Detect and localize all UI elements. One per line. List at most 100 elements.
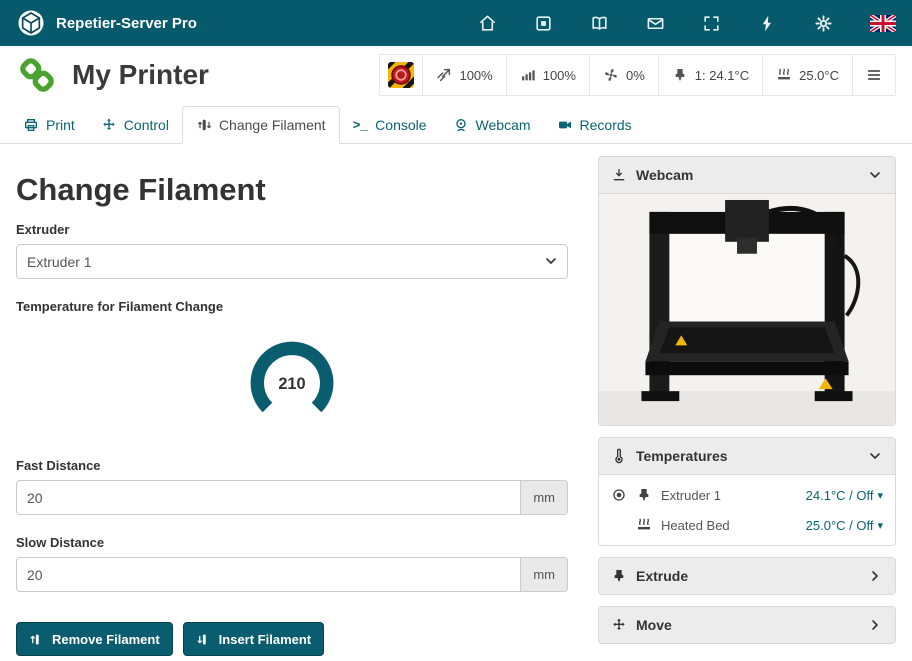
tab-change-filament[interactable]: Change Filament [182,106,340,144]
tab-control[interactable]: Control [88,107,182,143]
brand[interactable]: Repetier-Server Pro [16,8,197,38]
temperature-row-bed: Heated Bed 25.0°C / Off ▾ [599,510,895,540]
bed-temp-dropdown[interactable]: 25.0°C / Off ▾ [806,518,883,533]
bed-temp-stat[interactable]: 25.0°C [762,55,852,95]
move-arrows-icon [611,617,627,633]
extruder-nozzle-icon [611,568,627,584]
settings-gear-icon[interactable] [814,14,833,33]
language-flag-icon[interactable] [870,15,896,32]
temperature-value: 210 [278,375,305,393]
button-label: Remove Filament [52,632,160,647]
power-bolt-icon[interactable] [758,14,777,33]
tab-label: Print [46,117,75,133]
tab-label: Change Filament [219,117,326,133]
extruder-temp-value: 1: 24.1°C [695,68,749,83]
temp-name: Heated Bed [661,518,730,533]
manual-book-icon[interactable] [590,14,609,33]
chevron-down-icon [867,167,883,183]
webcam-image [599,193,895,425]
panel-title: Move [636,617,672,633]
extruder-select[interactable]: Extruder 1 [16,244,568,279]
insert-filament-button[interactable]: Insert Filament [183,622,324,656]
connected-link-icon [16,54,58,96]
chevron-right-icon [867,617,883,633]
panel-title: Webcam [636,167,693,183]
move-panel-header[interactable]: Move [599,607,895,643]
flow-icon [520,67,536,83]
webcam-panel-header[interactable]: Webcam [599,157,895,193]
messages-icon[interactable] [646,14,665,33]
bed-temp-value: 25.0°C [799,68,839,83]
tab-label: Control [124,117,169,133]
tab-console[interactable]: >_ Console [340,107,440,143]
temperature-gauge-row: 210 [16,330,568,436]
emergency-stop-button[interactable] [380,55,422,95]
printers-icon[interactable] [534,14,553,33]
extruder-temp-stat[interactable]: 1: 24.1°C [658,55,762,95]
content: Change Filament Extruder Extruder 1 Temp… [0,144,912,656]
fullscreen-icon[interactable] [702,14,721,33]
sidebar: Webcam [598,156,896,656]
slow-distance-input[interactable] [16,557,520,592]
print-icon [23,117,39,133]
extruder-label: Extruder [16,222,568,237]
fast-distance-input[interactable] [16,480,520,515]
speed-icon [436,67,452,83]
slow-distance-label: Slow Distance [16,535,568,550]
heated-bed-icon [776,67,792,83]
filament-actions: Remove Filament Insert Filament [16,622,568,656]
flow-value: 100% [543,68,576,83]
panel-title: Extrude [636,568,688,584]
move-panel: Move [598,606,896,644]
filament-up-icon [29,632,44,647]
webcam-panel: Webcam [598,156,896,426]
radio-selected-icon[interactable] [611,487,627,503]
tab-label: Webcam [476,117,531,133]
thermometer-icon [611,448,627,464]
temp-value: 24.1°C / Off [806,488,874,503]
control-arrows-icon [101,117,117,133]
fan-icon [603,67,619,83]
fan-value: 0% [626,68,645,83]
brand-name: Repetier-Server Pro [56,15,197,32]
fast-distance-group: mm [16,480,568,515]
temp-name: Extruder 1 [661,488,721,503]
temperature-row-extruder: Extruder 1 24.1°C / Off ▾ [599,480,895,510]
temperature-knob[interactable]: 210 [239,330,345,436]
extrude-panel: Extrude [598,557,896,595]
flow-stat[interactable]: 100% [506,55,589,95]
printer-menu-button[interactable] [852,55,895,95]
fan-stat[interactable]: 0% [589,55,658,95]
records-camera-icon [557,117,573,133]
extruder-nozzle-icon [672,67,688,83]
webcam-panel-icon [611,167,627,183]
temp-value: 25.0°C / Off [806,518,874,533]
tab-print[interactable]: Print [10,107,88,143]
extruder-temp-dropdown[interactable]: 24.1°C / Off ▾ [806,488,883,503]
button-label: Insert Filament [219,632,311,647]
speed-stat[interactable]: 100% [422,55,505,95]
fast-distance-label: Fast Distance [16,458,568,473]
tab-webcam[interactable]: Webcam [440,107,544,143]
speed-value: 100% [459,68,492,83]
nav-icons [478,14,896,33]
temperatures-panel: Temperatures Extruder 1 24.1°C / Off ▾ H [598,437,896,546]
extrude-panel-header[interactable]: Extrude [599,558,895,594]
printer-title: My Printer [72,59,209,91]
tab-label: Console [375,117,426,133]
caret-down-icon: ▾ [877,519,883,532]
hamburger-menu-icon [866,67,882,83]
filament-down-icon [196,632,211,647]
printer-tabs: Print Control Change Filament >_ Console… [0,104,912,144]
extruder-nozzle-icon [636,487,652,503]
temperature-label: Temperature for Filament Change [16,299,568,314]
temperatures-panel-header[interactable]: Temperatures [599,438,895,474]
tab-records[interactable]: Records [544,107,645,143]
home-icon[interactable] [478,14,497,33]
remove-filament-button[interactable]: Remove Filament [16,622,173,656]
status-bar: 100% 100% 0% 1: 24.1°C 25.0°C [379,54,896,96]
top-navbar: Repetier-Server Pro [0,0,912,46]
webcam-icon [453,117,469,133]
caret-down-icon: ▾ [877,489,883,502]
chevron-right-icon [867,568,883,584]
